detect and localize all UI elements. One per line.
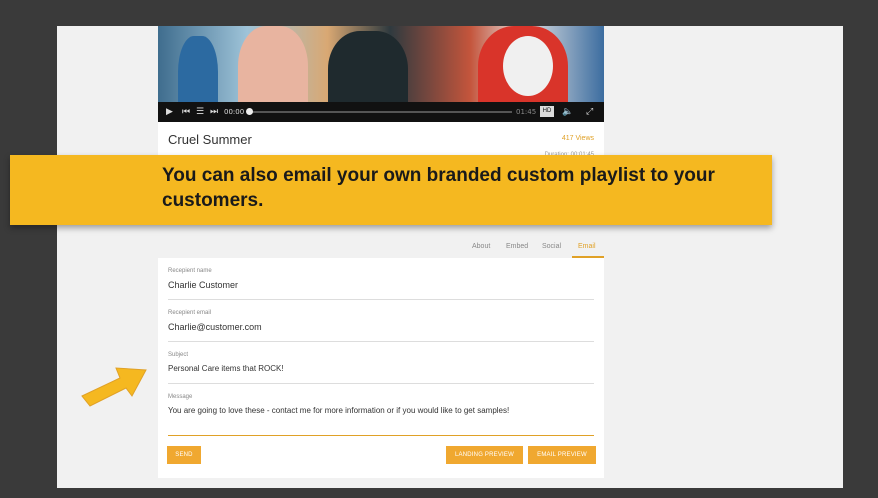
message-label: Message <box>168 394 193 400</box>
hd-button[interactable]: HD <box>540 106 554 117</box>
playlist-icon[interactable]: ☰ <box>196 105 204 119</box>
recipient-name-field[interactable]: Recepient name Charlie Customer <box>168 268 594 290</box>
tab-embed[interactable]: Embed <box>506 243 528 250</box>
recipient-name-label: Recepient name <box>168 268 212 274</box>
seek-bar[interactable] <box>250 111 512 113</box>
video-player[interactable]: ▶ ⏮ ☰ ⏭ 00:00 01:45 HD 🔈 ⤢ <box>158 26 604 122</box>
message-field[interactable]: Message You are going to love these - co… <box>168 394 594 415</box>
subject-input[interactable]: Personal Care items that ROCK! <box>168 364 594 373</box>
send-button[interactable]: SEND <box>167 446 201 464</box>
callout-banner: You can also email your own branded cust… <box>10 155 772 225</box>
divider <box>168 383 594 384</box>
callout-text: You can also email your own branded cust… <box>162 165 715 211</box>
detail-tabs: About Embed Social Email <box>158 238 604 258</box>
landing-preview-button[interactable]: LANDING PREVIEW <box>446 446 523 464</box>
video-title: Cruel Summer <box>168 132 252 147</box>
recipient-name-input[interactable]: Charlie Customer <box>168 280 594 290</box>
recipient-email-input[interactable]: Charlie@customer.com <box>168 322 594 332</box>
pointer-arrow-icon <box>81 367 147 407</box>
next-icon[interactable]: ⏭ <box>210 105 218 119</box>
divider <box>168 341 594 342</box>
current-time: 00:00 <box>224 108 245 116</box>
recipient-email-field[interactable]: Recepient email Charlie@customer.com <box>168 310 594 332</box>
subject-label: Subject <box>168 352 189 358</box>
previous-icon[interactable]: ⏮ <box>182 105 190 119</box>
fullscreen-icon[interactable]: ⤢ <box>586 105 593 119</box>
tab-social[interactable]: Social <box>542 243 561 250</box>
message-textarea[interactable]: You are going to love these - contact me… <box>168 406 594 415</box>
tab-about[interactable]: About <box>472 243 490 250</box>
tab-email[interactable]: Email <box>578 243 596 250</box>
play-icon[interactable]: ▶ <box>166 105 173 119</box>
subject-field[interactable]: Subject Personal Care items that ROCK! <box>168 352 594 373</box>
seek-handle[interactable] <box>246 108 253 115</box>
recipient-email-label: Recepient email <box>168 310 212 316</box>
email-preview-button[interactable]: EMAIL PREVIEW <box>528 446 596 464</box>
message-focus-line <box>168 435 594 436</box>
email-form: Recepient name Charlie Customer Recepien… <box>158 258 604 478</box>
divider <box>168 299 594 300</box>
volume-icon[interactable]: 🔈 <box>562 105 573 119</box>
video-controls: ▶ ⏮ ☰ ⏭ 00:00 01:45 HD 🔈 ⤢ <box>158 102 604 122</box>
view-count: 417 Views <box>561 135 594 142</box>
total-time: 01:45 <box>516 108 537 116</box>
